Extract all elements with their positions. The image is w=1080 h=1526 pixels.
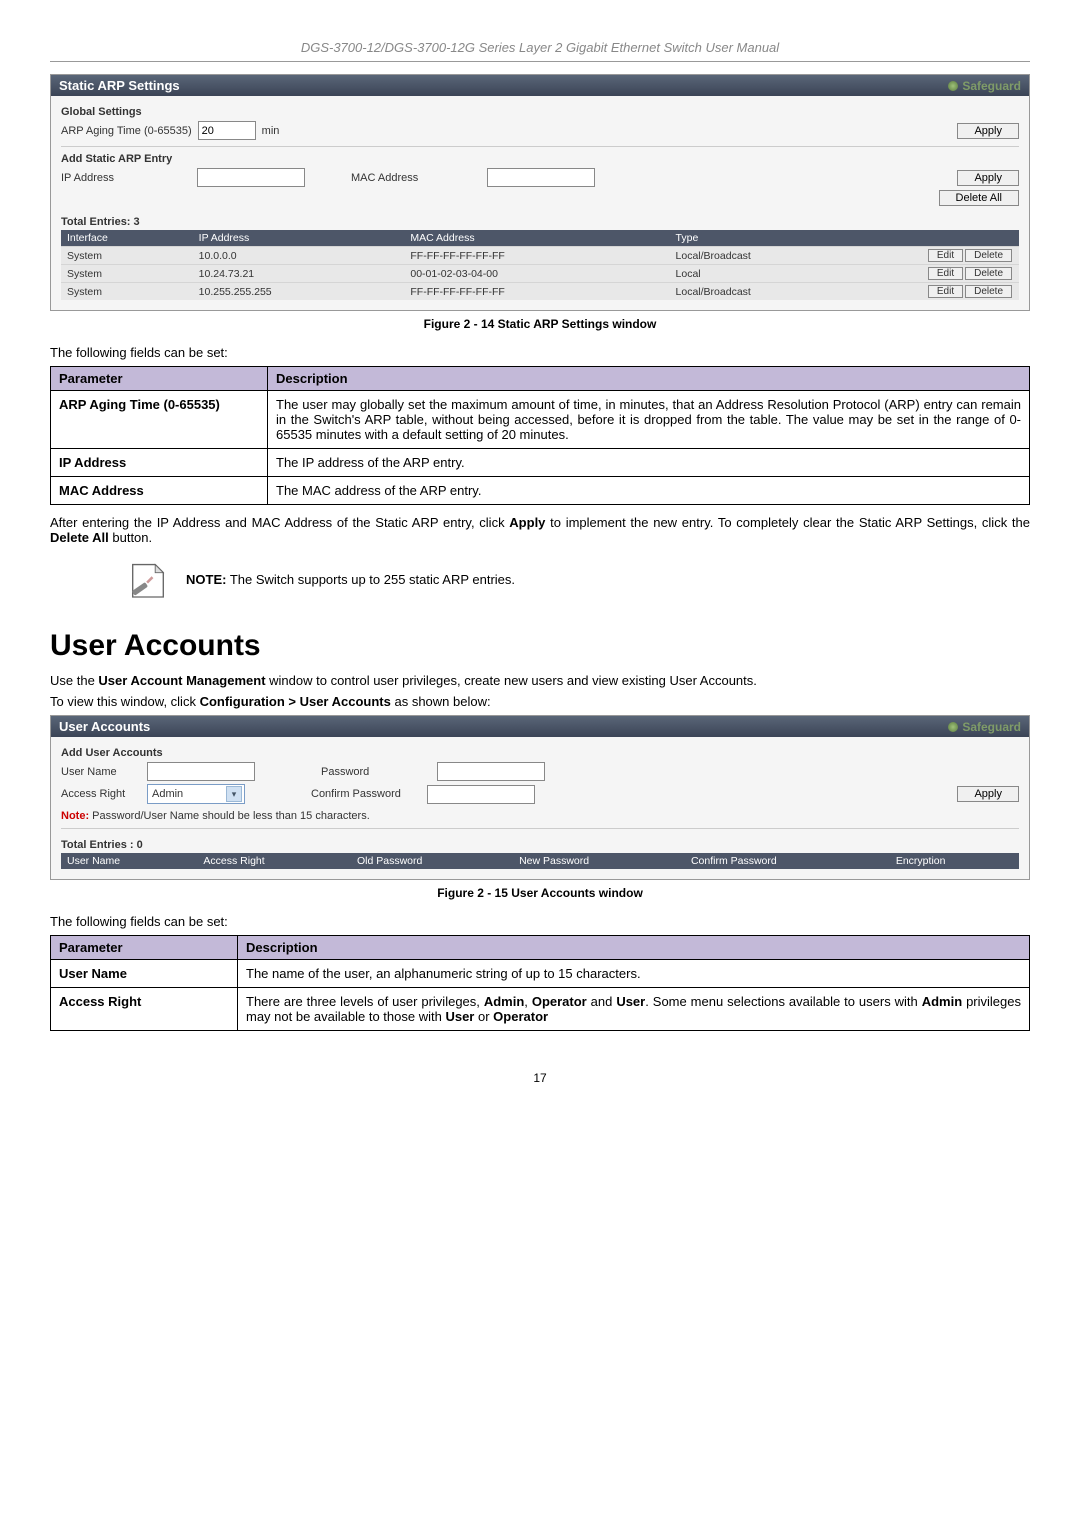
chevron-down-icon: ▾ <box>226 786 242 802</box>
add-static-arp-label: Add Static ARP Entry <box>61 153 1019 165</box>
panel-title: User Accounts <box>59 719 150 734</box>
figure-caption-2: Figure 2 - 15 User Accounts window <box>50 886 1030 900</box>
section-heading-user-accounts: User Accounts <box>50 629 1030 663</box>
table-row: System 10.24.73.21 00-01-02-03-04-00 Loc… <box>61 265 1019 283</box>
static-arp-panel: Static ARP Settings Safeguard Global Set… <box>50 74 1030 311</box>
access-right-label: Access Right <box>61 788 141 800</box>
ip-address-input[interactable] <box>197 168 305 187</box>
col-type: Type <box>670 230 887 247</box>
apply-arp-button[interactable]: Apply <box>957 170 1019 186</box>
delete-button[interactable]: Delete <box>965 285 1012 298</box>
lead-text-1: The following fields can be set: <box>50 345 1030 360</box>
after-table-text: After entering the IP Address and MAC Ad… <box>50 515 1030 545</box>
table-row: System 10.0.0.0 FF-FF-FF-FF-FF-FF Local/… <box>61 247 1019 265</box>
ua-nav: To view this window, click Configuration… <box>50 694 1030 709</box>
lead-text-2: The following fields can be set: <box>50 914 1030 929</box>
safeguard-badge: Safeguard <box>948 79 1021 93</box>
apply-user-button[interactable]: Apply <box>957 786 1019 802</box>
note-icon <box>130 559 166 599</box>
manual-header: DGS-3700-12/DGS-3700-12G Series Layer 2 … <box>50 40 1030 62</box>
aging-unit: min <box>262 125 280 137</box>
delete-button[interactable]: Delete <box>965 267 1012 280</box>
col-description: Description <box>268 367 1030 391</box>
ua-total-entries: Total Entries : 0 <box>61 839 1019 851</box>
ua-param-table: ParameterDescription User NameThe name o… <box>50 935 1030 1031</box>
aging-time-label: ARP Aging Time (0-65535) <box>61 125 192 137</box>
col-parameter: Parameter <box>51 936 238 960</box>
panel-title: Static ARP Settings <box>59 78 180 93</box>
add-user-accounts-label: Add User Accounts <box>61 747 1019 759</box>
col-new-password: New Password <box>513 853 685 869</box>
aging-time-input[interactable] <box>198 121 256 140</box>
user-name-label: User Name <box>61 766 141 778</box>
ua-intro: Use the User Account Management window t… <box>50 673 1030 688</box>
password-input[interactable] <box>437 762 545 781</box>
mac-address-input[interactable] <box>487 168 595 187</box>
arp-param-table: ParameterDescription ARP Aging Time (0-6… <box>50 366 1030 505</box>
delete-all-button[interactable]: Delete All <box>939 190 1019 206</box>
arp-table: Interface IP Address MAC Address Type Sy… <box>61 230 1019 300</box>
apply-aging-button[interactable]: Apply <box>957 123 1019 139</box>
table-row: System 10.255.255.255 FF-FF-FF-FF-FF-FF … <box>61 283 1019 301</box>
password-note: Note: Password/User Name should be less … <box>61 810 1019 822</box>
user-accounts-table: User Name Access Right Old Password New … <box>61 853 1019 869</box>
figure-caption-1: Figure 2 - 14 Static ARP Settings window <box>50 317 1030 331</box>
safeguard-badge: Safeguard <box>948 720 1021 734</box>
col-access-right: Access Right <box>197 853 351 869</box>
col-mac: MAC Address <box>404 230 669 247</box>
col-user-name: User Name <box>61 853 197 869</box>
access-right-select[interactable]: Admin ▾ <box>147 784 245 804</box>
user-name-input[interactable] <box>147 762 255 781</box>
total-entries: Total Entries: 3 <box>61 216 1019 228</box>
ip-address-label: IP Address <box>61 172 191 184</box>
col-interface: Interface <box>61 230 193 247</box>
mac-address-label: MAC Address <box>351 172 481 184</box>
col-old-password: Old Password <box>351 853 513 869</box>
confirm-password-input[interactable] <box>427 785 535 804</box>
col-parameter: Parameter <box>51 367 268 391</box>
delete-button[interactable]: Delete <box>965 249 1012 262</box>
col-ip: IP Address <box>193 230 405 247</box>
edit-button[interactable]: Edit <box>928 267 963 280</box>
page-number: 17 <box>50 1071 1030 1085</box>
note-block: NOTE: The Switch supports up to 255 stat… <box>130 559 1030 599</box>
col-encryption: Encryption <box>890 853 1019 869</box>
global-settings-label: Global Settings <box>61 106 1019 118</box>
confirm-password-label: Confirm Password <box>311 788 421 800</box>
edit-button[interactable]: Edit <box>928 249 963 262</box>
panel-title-bar: Static ARP Settings Safeguard <box>51 75 1029 96</box>
user-accounts-panel: User Accounts Safeguard Add User Account… <box>50 715 1030 880</box>
password-label: Password <box>321 766 431 778</box>
edit-button[interactable]: Edit <box>928 285 963 298</box>
col-description: Description <box>238 936 1030 960</box>
panel-title-bar: User Accounts Safeguard <box>51 716 1029 737</box>
col-confirm-password: Confirm Password <box>685 853 890 869</box>
